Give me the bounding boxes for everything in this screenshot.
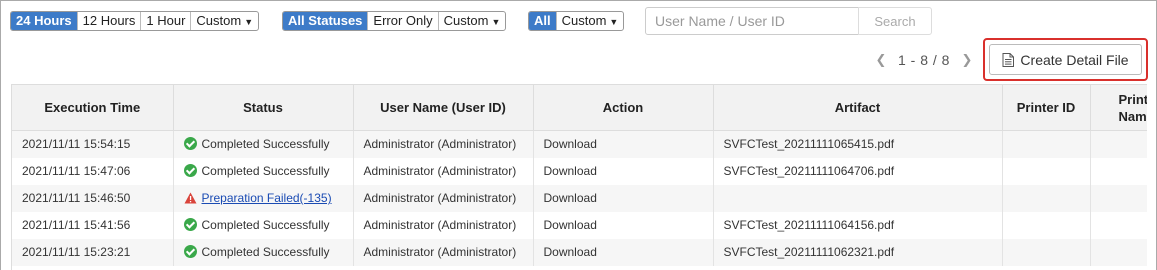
column-header-printer-name[interactable]: Printer Name: [1090, 84, 1147, 131]
cell-action: Download: [533, 211, 714, 239]
status-text: Completed Successfully: [201, 164, 330, 178]
cell-artifact: SVFCTest_20211111064156.pdf: [713, 211, 1003, 239]
cell-status: Completed Successfully: [173, 238, 354, 266]
column-header-user-name[interactable]: User Name (User ID): [353, 84, 534, 131]
status-text: Completed Successfully: [201, 137, 330, 152]
status-text: Completed Successfully: [201, 245, 330, 259]
action-custom-dropdown[interactable]: Custom ▼: [555, 12, 624, 30]
cell-action: Download: [533, 184, 714, 212]
cell-action: Download: [533, 238, 714, 266]
cell-execution-time: 2021/11/11 15:47:06: [12, 157, 174, 185]
time-12-hours-option[interactable]: 12 Hours: [76, 12, 141, 30]
cell-user: Administrator (Administrator): [353, 157, 534, 185]
status-all-option[interactable]: All Statuses: [283, 12, 368, 30]
cell-printer-name: [1090, 157, 1147, 185]
execution-log-table: Execution Time Status User Name (User ID…: [12, 84, 1147, 266]
cell-printer-id: [1002, 211, 1091, 239]
status-custom-label: Custom: [443, 13, 489, 28]
column-header-artifact[interactable]: Artifact: [713, 84, 1003, 131]
column-header-printer-id[interactable]: Printer ID: [1002, 84, 1091, 131]
chevron-left-icon[interactable]: ❮: [874, 52, 888, 68]
status-error-only-option[interactable]: Error Only: [367, 12, 437, 30]
table-row[interactable]: 2021/11/11 15:46:50 Preparation Failed(-…: [12, 184, 1147, 212]
column-header-status[interactable]: Status: [173, 84, 354, 131]
time-custom-dropdown[interactable]: Custom ▼: [190, 12, 258, 30]
time-1-hour-option[interactable]: 1 Hour: [140, 12, 190, 30]
document-icon: [1002, 52, 1015, 67]
cell-printer-id: [1002, 184, 1091, 212]
execution-log-table-container[interactable]: Execution Time Status User Name (User ID…: [11, 84, 1147, 270]
time-24-hours-option[interactable]: 24 Hours: [11, 12, 77, 30]
cell-printer-id: [1002, 238, 1091, 266]
cell-artifact: SVFCTest_20211111062321.pdf: [713, 238, 1003, 266]
table-row[interactable]: 2021/11/11 15:23:21 Completed Successful…: [12, 238, 1147, 266]
time-range-filter: 24 Hours 12 Hours 1 Hour Custom ▼: [10, 11, 260, 31]
column-header-action[interactable]: Action: [533, 84, 714, 131]
create-detail-file-button[interactable]: Create Detail File: [989, 44, 1142, 75]
chevron-right-icon[interactable]: ❯: [960, 52, 974, 68]
cell-artifact: SVFCTest_20211111065415.pdf: [713, 130, 1003, 158]
cell-status: Completed Successfully: [173, 211, 354, 239]
success-check-icon: [183, 164, 197, 177]
table-row[interactable]: 2021/11/11 15:54:15 Completed Successful…: [12, 130, 1147, 158]
search-button[interactable]: Search: [858, 7, 932, 35]
action-custom-label: Custom: [561, 13, 607, 28]
cell-printer-name: [1090, 211, 1147, 239]
warning-icon: [184, 192, 196, 204]
cell-status: Completed Successfully: [173, 157, 354, 185]
table-row[interactable]: 2021/11/11 15:47:06 Completed Successful…: [12, 157, 1147, 185]
cell-execution-time: 2021/11/11 15:23:21: [12, 238, 174, 266]
status-custom-dropdown[interactable]: Custom ▼: [437, 12, 506, 30]
cell-execution-time: 2021/11/11 15:41:56: [12, 211, 174, 239]
status-text: Completed Successfully: [201, 218, 330, 232]
action-filter: All Custom ▼: [528, 11, 625, 31]
table-header-row: Execution Time Status User Name (User ID…: [12, 84, 1147, 131]
cell-user: Administrator (Administrator): [353, 130, 534, 158]
caret-down-icon: ▼: [491, 17, 501, 27]
cell-artifact: SVFCTest_20211111064706.pdf: [713, 157, 1003, 185]
table-row[interactable]: 2021/11/11 15:41:56 Completed Successful…: [12, 211, 1147, 239]
success-check-icon: [183, 218, 197, 231]
create-detail-file-label: Create Detail File: [1020, 51, 1129, 68]
cell-status: Completed Successfully: [173, 130, 354, 158]
time-custom-label: Custom: [196, 13, 242, 28]
success-check-icon: [183, 245, 197, 258]
cell-user: Administrator (Administrator): [353, 238, 534, 266]
cell-user: Administrator (Administrator): [353, 184, 534, 212]
status-filter: All Statuses Error Only Custom ▼: [282, 11, 507, 31]
pagination: ❮ 1 - 8 / 8 ❯: [874, 51, 974, 69]
cell-user: Administrator (Administrator): [353, 211, 534, 239]
cell-status: Preparation Failed(-135): [173, 184, 354, 212]
detail-button-highlight: Create Detail File: [983, 38, 1148, 81]
cell-printer-name: [1090, 184, 1147, 212]
cell-execution-time: 2021/11/11 15:46:50: [12, 184, 174, 212]
caret-down-icon: ▼: [609, 17, 619, 27]
page-range: 1 - 8 / 8: [898, 52, 950, 68]
cell-artifact: [713, 184, 1003, 212]
preparation-failed-link[interactable]: Preparation Failed(-135): [202, 191, 332, 205]
cell-printer-name: [1090, 130, 1147, 158]
column-header-execution-time[interactable]: Execution Time: [12, 84, 174, 131]
cell-execution-time: 2021/11/11 15:54:15: [12, 130, 174, 158]
cell-printer-name: [1090, 238, 1147, 266]
action-all-option[interactable]: All: [529, 12, 556, 30]
caret-down-icon: ▼: [244, 17, 254, 27]
user-search-input[interactable]: [645, 7, 859, 35]
cell-printer-id: [1002, 130, 1091, 158]
success-check-icon: [183, 137, 197, 151]
cell-action: Download: [533, 130, 714, 158]
cell-action: Download: [533, 157, 714, 185]
cell-printer-id: [1002, 157, 1091, 185]
